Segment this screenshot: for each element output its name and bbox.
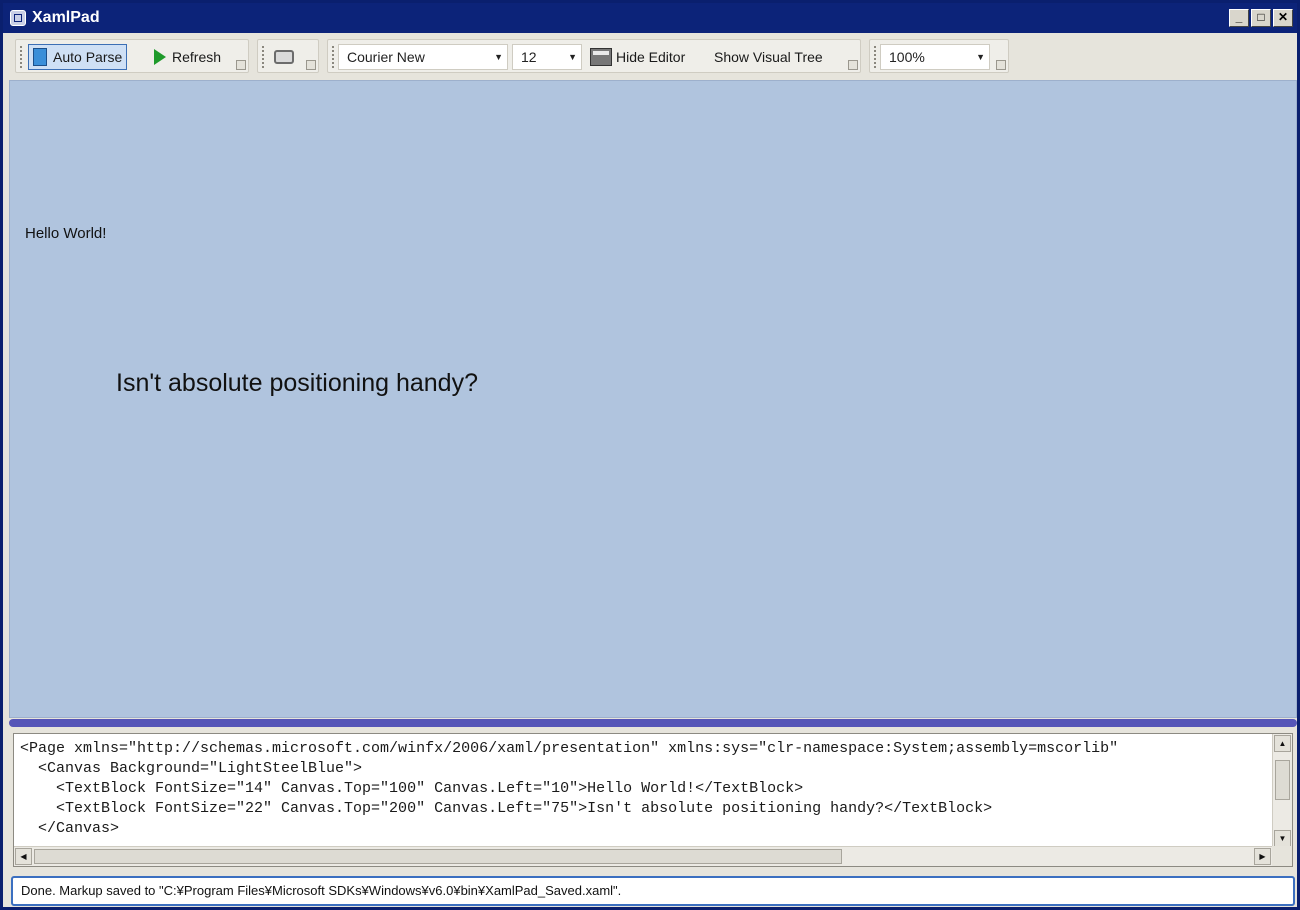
maximize-button[interactable]: □ [1251,9,1271,27]
toolbar-group-zoom: 100% ▼ [869,39,1009,73]
auto-parse-button[interactable]: Auto Parse [28,44,128,70]
status-bar: Done. Markup saved to "C:¥Program Files¥… [11,876,1295,906]
window-controls: _ □ ✕ [1229,9,1293,27]
toolbar-overflow-icon[interactable] [848,60,858,70]
hide-editor-label: Hide Editor [616,49,686,65]
scroll-right-icon[interactable]: ▶ [1254,848,1271,865]
toolbar-grip[interactable] [874,46,879,68]
toolbar-grip[interactable] [262,46,267,68]
scroll-up-icon[interactable]: ▲ [1274,735,1291,752]
toolbar-group-parse: Auto Parse Refresh [15,39,249,73]
hide-editor-button[interactable]: Hide Editor [590,44,685,70]
font-size-select[interactable]: 12 ▼ [512,44,582,70]
play-icon [154,49,166,65]
toolbar-overflow-icon[interactable] [306,60,316,70]
toolbar-overflow-icon[interactable] [996,60,1006,70]
absolute-positioning-text: Isn't absolute positioning handy? [116,369,478,397]
xamlpad-window: XamlPad _ □ ✕ Auto Parse Refresh Courier… [0,0,1300,910]
scroll-corner [1272,846,1292,866]
horizontal-scroll-thumb[interactable] [34,849,842,864]
editor-panel-icon [590,48,612,66]
toolbar-grip[interactable] [20,46,25,68]
xaml-editor[interactable]: <Page xmlns="http://schemas.microsoft.co… [13,733,1293,867]
toolbar-overflow-icon[interactable] [236,60,246,70]
toolbar-group-print [257,39,319,73]
editor-splitter[interactable] [9,719,1297,727]
minimize-button[interactable]: _ [1229,9,1249,27]
show-visual-tree-label: Show Visual Tree [714,49,823,65]
close-button[interactable]: ✕ [1273,9,1293,27]
vertical-scrollbar[interactable]: ▲ ▼ [1272,734,1292,848]
refresh-button[interactable]: Refresh [154,44,221,70]
refresh-label: Refresh [172,49,222,65]
hello-world-text: Hello World! [25,225,107,242]
font-family-value: Courier New [347,49,425,65]
zoom-select[interactable]: 100% ▼ [880,44,990,70]
printer-icon [274,50,294,64]
window-title: XamlPad [32,9,100,26]
font-family-select[interactable]: Courier New ▼ [338,44,508,70]
chevron-down-icon: ▼ [568,52,577,62]
font-size-value: 12 [521,49,537,65]
chevron-down-icon: ▼ [976,52,985,62]
toolbar-group-editor: Courier New ▼ 12 ▼ Hide Editor Show Visu… [327,39,861,73]
vertical-scroll-thumb[interactable] [1275,760,1290,800]
toolbar-grip[interactable] [332,46,337,68]
chevron-down-icon: ▼ [494,52,503,62]
scroll-left-icon[interactable]: ◀ [15,848,32,865]
render-canvas: Hello World! Isn't absolute positioning … [9,80,1297,718]
scroll-down-icon[interactable]: ▼ [1274,830,1291,847]
zoom-value: 100% [889,49,925,65]
auto-parse-label: Auto Parse [53,49,123,65]
horizontal-scrollbar[interactable]: ◀ ▶ [14,846,1272,866]
title-bar[interactable]: XamlPad _ □ ✕ [3,3,1297,33]
document-icon [33,48,47,66]
xamlpad-app-icon [10,10,26,26]
show-visual-tree-button[interactable]: Show Visual Tree [714,44,823,70]
xaml-code-text[interactable]: <Page xmlns="http://schemas.microsoft.co… [20,739,1260,839]
toolbar: Auto Parse Refresh Courier New ▼ 12 ▼ Hi… [9,37,1295,75]
print-button[interactable] [274,44,294,70]
